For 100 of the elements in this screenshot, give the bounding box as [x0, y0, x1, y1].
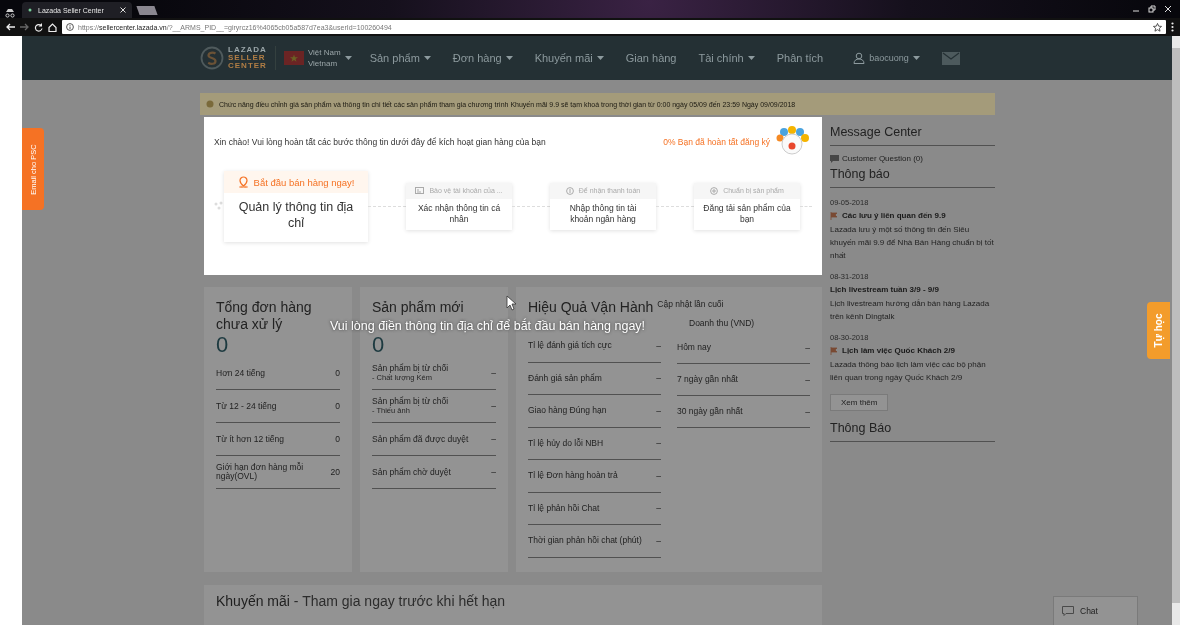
user-menu[interactable]: baocuong: [853, 52, 920, 64]
home-icon[interactable]: [48, 22, 57, 32]
info-icon: [66, 23, 74, 31]
close-icon[interactable]: [1164, 5, 1172, 13]
stat-value: –: [656, 340, 661, 351]
stat-value: –: [491, 401, 496, 411]
coin-icon: [565, 186, 574, 195]
nav-menu-item[interactable]: Tài chính: [698, 52, 755, 64]
step-card[interactable]: Bắt đầu bán hàng ngay! Quản lý thông tin địa chỉ: [224, 171, 368, 242]
revenue-title: Doanh thu (VND): [689, 318, 756, 328]
stat-value: 0: [335, 434, 340, 444]
back-arrow-icon[interactable]: [6, 23, 15, 31]
logo-wordmark: LAZADA SELLER CENTER: [228, 46, 267, 70]
flag-icon: [830, 211, 838, 220]
nav-menu-item[interactable]: Sản phẩm: [369, 52, 431, 64]
restore-icon[interactable]: [1148, 5, 1156, 13]
notice-body: Lịch livestream hướng dẫn bán hàng Lazada trên kênh Dingtalk: [830, 298, 991, 323]
chat-icon: [1062, 606, 1074, 616]
notice-body: Lazada lưu ý một số thông tin đến Siêu khuyến mãi 9.9 để Nhà Bán Hàng chuẩn bị tốt nhất: [830, 224, 995, 262]
stat-label: Hôm nay: [677, 343, 711, 352]
notice-title[interactable]: Các lưu ý liên quan đến 9.9: [842, 211, 946, 220]
sparkle-icon: [214, 201, 224, 212]
location-pin-icon: [237, 176, 249, 188]
more-icon[interactable]: [1171, 22, 1174, 32]
last-updated-label: Cập nhật lần cuối: [657, 299, 724, 309]
overlay-message: Vui lòng điền thông tin địa chỉ để bắt đầu bán hàng ngay!: [330, 319, 646, 333]
stat-value: –: [491, 434, 496, 444]
incognito-icon: [4, 8, 16, 18]
step-description: Xác nhận thông tin cá nhân: [416, 201, 502, 226]
card-title: Tổng đơn hàng chưa xử lý: [216, 299, 313, 333]
nav-menu-item[interactable]: Đơn hàng: [452, 52, 513, 64]
notice-body: Lazada thông báo lịch làm việc các bộ phận liên quan trong ngày Quốc Khách 2/9: [830, 359, 987, 384]
stat-value: –: [656, 470, 661, 481]
caret-icon: [344, 56, 352, 60]
nav-menu-item[interactable]: Phân tích: [776, 52, 824, 64]
close-icon[interactable]: [120, 7, 126, 13]
logo-icon: [200, 46, 224, 70]
card-title: Hiệu Quả Vận Hành: [528, 299, 654, 316]
stat-label: Sản phẩm chờ duyệt: [372, 467, 451, 477]
step-description: Nhập thông tin tài khoản ngân hàng: [568, 201, 638, 226]
country-selector[interactable]: Việt Nam Vietnam: [283, 47, 352, 69]
stat-label: Giao hàng Đúng hạn: [528, 406, 607, 416]
stat-value: –: [491, 368, 496, 378]
mouse-pointer-icon: [506, 295, 516, 311]
step-title: Bắt đầu bán hàng ngay!: [253, 176, 355, 188]
flag-icon: [283, 51, 304, 65]
scrollbar[interactable]: [1172, 36, 1180, 625]
chat-button[interactable]: Chat: [1053, 596, 1138, 625]
nav-menu-item[interactable]: Khuyến mãi: [534, 52, 604, 64]
favicon-icon: [28, 8, 32, 12]
progress-text: 0% Bạn đã hoàn tất đăng ký: [663, 137, 770, 147]
flag-icon: [830, 346, 838, 355]
section-title: Thông Báo: [830, 421, 995, 442]
stat-label: Giới hạn đơn hàng mỗi ngày(OVL): [216, 463, 305, 481]
stat-label: Từ ít hơn 12 tiếng: [216, 434, 284, 444]
warning-icon: [206, 100, 214, 108]
stat-value: –: [656, 373, 661, 384]
stat-label: Tỉ lệ hủy do lỗi NBH: [528, 438, 604, 448]
stat-value: –: [656, 405, 661, 416]
stat-value: –: [491, 467, 496, 477]
star-icon[interactable]: [1153, 22, 1162, 32]
see-more-button[interactable]: Xem thêm: [830, 394, 889, 411]
stat-label: Đánh giá sản phẩm: [528, 373, 602, 383]
notice-title[interactable]: Lịch làm việc Quốc Khách 2/9: [842, 346, 955, 355]
chat-bubble-icon: [830, 154, 839, 163]
user-icon: [853, 52, 866, 64]
new-tab-button[interactable]: [136, 6, 158, 15]
stat-label: 30 ngày gần nhất: [677, 407, 743, 416]
step-description: Quản lý thông tin địa chỉ: [237, 199, 355, 233]
stat-label: Tỉ lệ Đơn hàng hoàn trả: [528, 471, 618, 481]
order-count: 0: [216, 333, 229, 357]
stat-label: Thời gian phản hồi chat (phút): [528, 536, 642, 546]
stat-label: Sản phẩm bị từ chối: [372, 364, 449, 373]
stat-value: –: [656, 503, 661, 514]
stat-label: Tỉ lệ đánh giá tích cực: [528, 341, 612, 351]
step-description: Đăng tải sản phẩm của bạn: [702, 201, 792, 226]
caret-icon: [912, 56, 920, 60]
stat-label: Sản phẩm đã được duyệt: [372, 434, 469, 444]
forward-arrow-icon[interactable]: [20, 23, 29, 31]
stat-value: –: [805, 406, 810, 417]
intro-text: Xin chào! Vui lòng hoàn tất các bước thông tin dưới đây để kích hoạt gian hàng của bạn: [214, 137, 546, 147]
stat-value: –: [805, 342, 810, 353]
stat-value: –: [805, 374, 810, 385]
stat-value: 0: [335, 401, 340, 411]
section-title: Thông báo: [830, 167, 995, 188]
customer-question-link[interactable]: Customer Question (0): [830, 154, 995, 163]
message-center-title: Message Center: [830, 125, 995, 146]
stat-label: Hơn 24 tiếng: [216, 368, 266, 378]
stat-value: –: [656, 438, 661, 449]
plus-circle-icon: [710, 186, 719, 195]
promotion-heading: Khuyến mãi - Tham gia ngay trước khi hết hạn: [216, 593, 506, 609]
id-card-icon: [415, 187, 425, 195]
stat-value: 0: [335, 368, 340, 378]
card-title: Sản phẩm mới: [372, 299, 464, 316]
stat-label: Tỉ lệ phản hồi Chat: [528, 503, 600, 513]
reload-icon[interactable]: [34, 22, 43, 32]
nav-menu-item[interactable]: Gian hàng: [625, 52, 677, 64]
stat-value: –: [656, 535, 661, 546]
notice-title[interactable]: Lịch livestream tuần 3/9 - 9/9: [830, 285, 939, 294]
product-count: 0: [372, 333, 385, 357]
